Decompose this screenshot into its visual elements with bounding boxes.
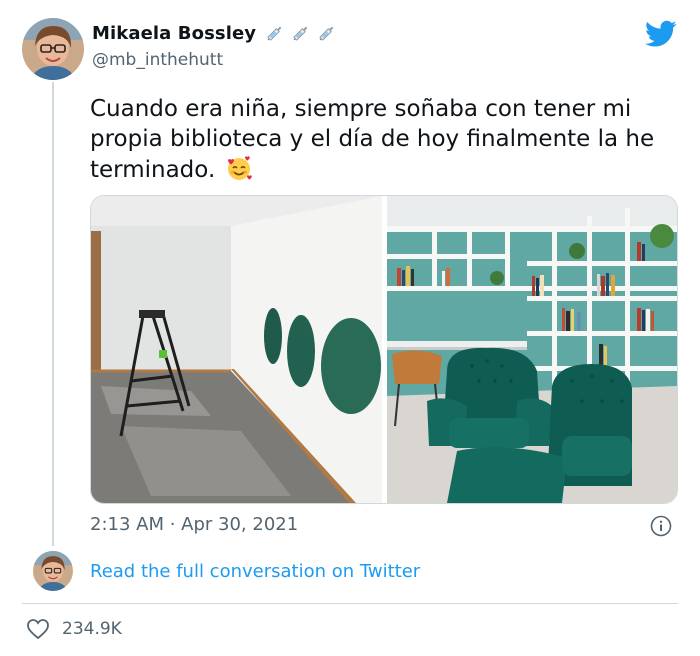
author-display-name[interactable]: Mikaela Bossley [92,23,256,44]
heart-icon[interactable] [26,618,50,640]
syringe-icon [267,26,282,41]
syringe-icon [293,26,308,41]
like-count: 234.9K [62,619,122,639]
tweet-text: Cuando era niña, siempre soñaba con tene… [90,94,670,185]
info-icon[interactable] [650,515,672,537]
name-emoji-group [264,22,338,44]
author-name-row: Mikaela Bossley [92,22,338,44]
read-conversation-link[interactable]: Read the full conversation on Twitter [90,561,420,582]
twitter-bird-icon[interactable] [645,20,677,48]
media-grid[interactable] [90,195,678,504]
author-avatar[interactable] [22,18,84,80]
tweet-timestamp[interactable]: 2:13 AM · Apr 30, 2021 [90,514,298,535]
footer-divider [22,603,678,604]
like-action[interactable]: 234.9K [26,618,122,640]
syringe-icon [319,26,334,41]
photo-after[interactable] [387,196,677,503]
conversation-avatar [33,551,73,591]
thread-line [52,82,54,546]
photo-before[interactable] [91,196,382,503]
tweet-body: Cuando era niña, siempre soñaba con tene… [90,96,655,183]
author-handle[interactable]: @mb_inthehutt [92,50,223,70]
smiling-face-with-hearts-icon [227,156,252,180]
